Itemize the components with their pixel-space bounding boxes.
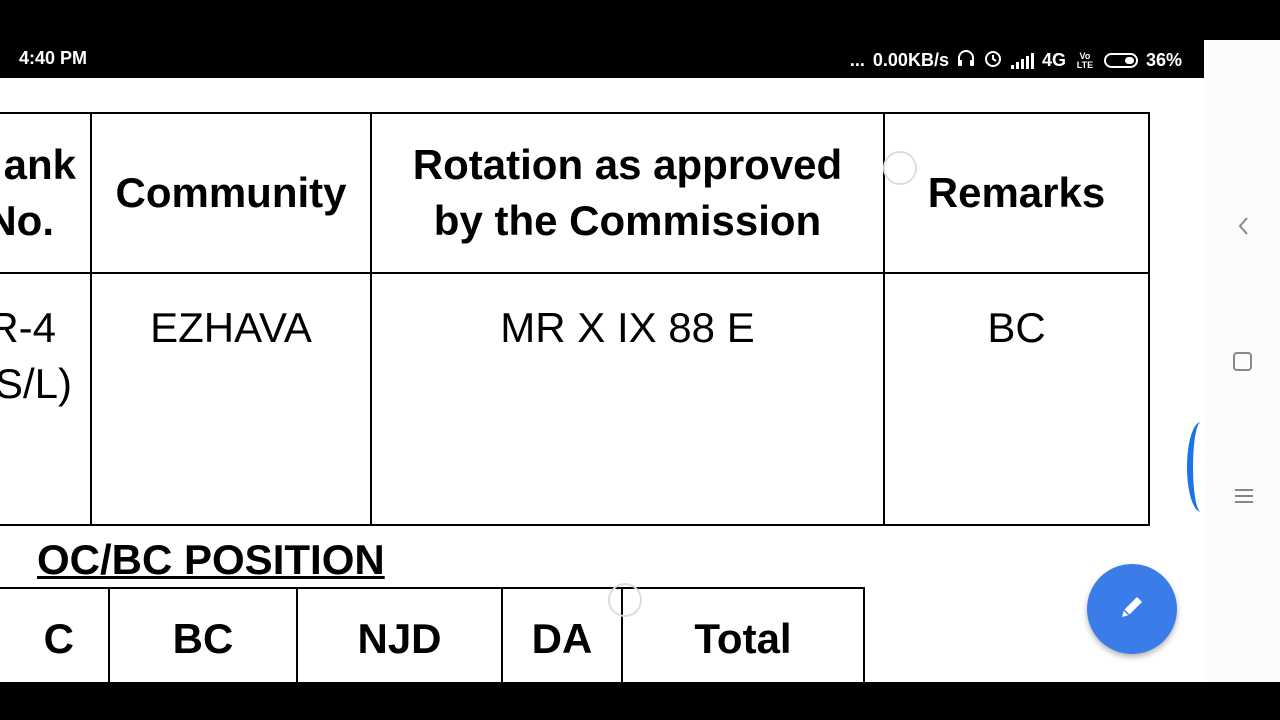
touch-indicator <box>608 583 642 617</box>
bottom-bar <box>0 682 1280 720</box>
pencil-icon <box>1115 590 1149 629</box>
status-icons: ... 0.00KB/s 4G Vo LTE 36% <box>850 48 1182 73</box>
headphones-icon <box>957 49 975 72</box>
remarks-cell: BC <box>883 272 1150 526</box>
rank-header-line1: ank <box>3 141 76 188</box>
rank-no-header: ank No. <box>0 112 92 274</box>
rotation-table: ank No. Community Rotation as approved by… <box>0 112 1150 526</box>
status-bar: 4:40 PM ... 0.00KB/s 4G Vo LTE 36% <box>0 0 1204 78</box>
da-header: DA <box>501 587 623 682</box>
network-speed: 0.00KB/s <box>872 50 949 70</box>
rank-no-cell: R-4 S/L) <box>0 272 92 526</box>
position-table: C BC NJD DA Total <box>0 587 865 682</box>
section-title: OC/BC POSITION <box>37 536 385 583</box>
oc-header: C <box>0 587 110 682</box>
rank-cell-line1: R-4 <box>0 304 56 351</box>
signal-icon <box>1010 52 1034 69</box>
rotation-header: Rotation as approved by the Commission <box>370 112 885 274</box>
status-dots: ... <box>849 50 865 70</box>
battery-percent: 36% <box>1145 50 1182 70</box>
njd-header: NJD <box>296 587 503 682</box>
side-nav-bar <box>1204 40 1280 682</box>
touch-indicator <box>883 151 917 185</box>
rotation-header-line2: by the Commission <box>433 197 822 244</box>
remarks-header: Remarks <box>883 112 1150 274</box>
edit-fab-button[interactable] <box>1087 564 1177 654</box>
position-header-row: C BC NJD DA Total <box>0 587 865 682</box>
rank-cell-line2: S/L) <box>0 360 72 407</box>
back-chevron-icon[interactable] <box>1236 214 1250 245</box>
status-time: 4:40 PM <box>19 48 88 68</box>
rank-header-line2: No. <box>0 197 54 244</box>
total-header: Total <box>621 587 865 682</box>
volte-label: Vo LTE <box>1076 50 1094 70</box>
rotation-cell: MR X IX 88 E <box>370 272 885 526</box>
document-view[interactable]: ank No. Community Rotation as approved by… <box>0 78 1204 682</box>
table-header-row: ank No. Community Rotation as approved by… <box>0 112 1150 274</box>
square-icon[interactable] <box>1232 351 1254 380</box>
alarm-icon <box>983 48 1003 73</box>
battery-icon <box>1103 53 1138 68</box>
bc-header: BC <box>108 587 298 682</box>
community-header: Community <box>90 112 372 274</box>
community-cell: EZHAVA <box>90 272 372 526</box>
rotation-header-line1: Rotation as approved <box>412 141 843 188</box>
network-type: 4G <box>1041 50 1066 70</box>
menu-icon[interactable] <box>1234 484 1254 512</box>
table-row: R-4 S/L) EZHAVA MR X IX 88 E BC <box>0 272 1150 526</box>
